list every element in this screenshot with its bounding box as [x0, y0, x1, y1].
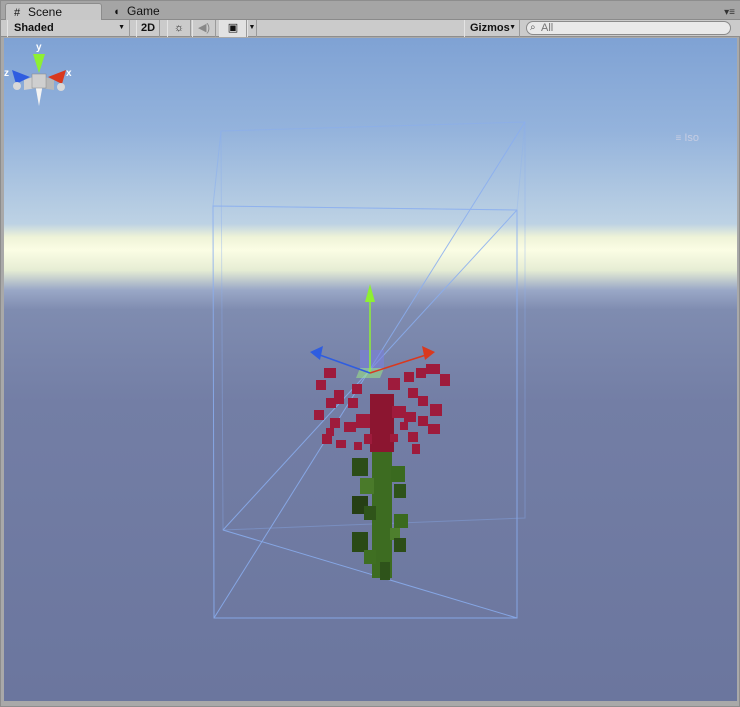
gizmos-dropdown[interactable]: Gizmos ▼	[464, 20, 520, 37]
axis-y-cone	[33, 54, 45, 73]
2d-toggle-button[interactable]: 2D	[136, 20, 160, 37]
tab-scene-label: Scene	[28, 5, 63, 19]
projection-label: Iso	[684, 132, 699, 144]
speaker-icon[interactable]: ◀)	[192, 20, 216, 37]
orientation-gizmo[interactable]: y x z	[4, 38, 74, 128]
sun-icon[interactable]: ☼	[167, 20, 191, 37]
image-icon[interactable]: ▣	[219, 20, 247, 37]
list-menu-icon[interactable]: ▾≡	[724, 7, 735, 18]
dropdown-arrow-icon: ▼	[118, 24, 125, 31]
axis-z-label: z	[4, 68, 9, 79]
move-tool-gizmo[interactable]	[310, 284, 435, 378]
tab-strip: # Scene ◖ Game ▾≡	[1, 1, 740, 20]
tab-scene[interactable]: # Scene	[5, 3, 102, 20]
scene-content	[212, 121, 526, 619]
search-input[interactable]	[541, 22, 721, 34]
scene-toolbar: Shaded ▼ 2D ☼ ◀) ▣ ▼ Gizmos ▼ ⌕	[1, 20, 740, 37]
flower-stem	[352, 438, 408, 580]
hierarchy-search-field[interactable]: ⌕	[526, 21, 731, 35]
shading-mode-dropdown[interactable]: Shaded ▼	[7, 20, 130, 37]
axis-y-label: y	[36, 42, 42, 53]
dropdown-arrow-icon: ▼	[509, 24, 516, 31]
projection-toggle[interactable]: ≡ Iso	[675, 132, 699, 144]
magnifier-icon: ⌕	[530, 22, 536, 33]
tab-game[interactable]: ◖ Game	[105, 3, 185, 20]
pacman-icon: ◖	[113, 6, 120, 18]
scene-window: # Scene ◖ Game ▾≡ Shaded ▼ 2D ☼ ◀) ▣ ▼ Giz…	[0, 0, 740, 707]
tab-game-label: Game	[127, 4, 160, 18]
gizmos-label: Gizmos	[470, 22, 510, 34]
hash-grid-icon: #	[14, 7, 21, 19]
scene-viewport[interactable]: y x z ≡ Iso	[4, 38, 737, 701]
shading-mode-label: Shaded	[14, 22, 54, 34]
axis-x-label: x	[66, 68, 72, 79]
effects-dropdown-arrow-icon[interactable]: ▼	[247, 20, 257, 37]
list-lines-icon: ≡	[675, 133, 682, 144]
